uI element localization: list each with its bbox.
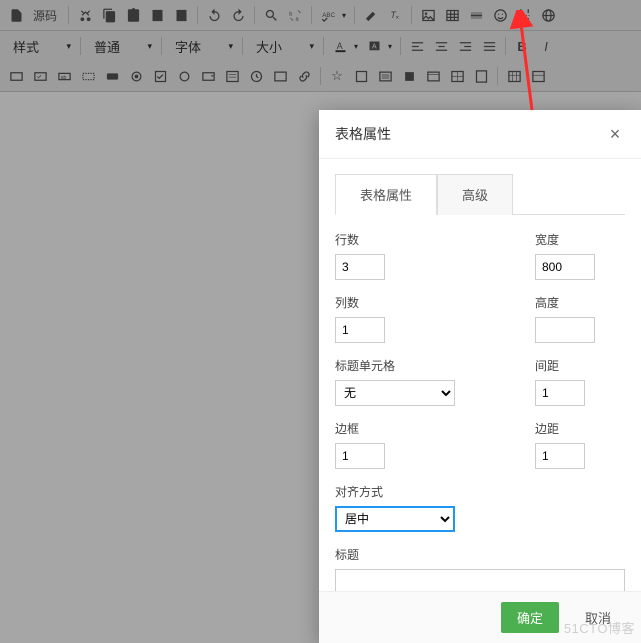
height-label: 高度 [535,294,625,311]
border-label: 边框 [335,420,505,437]
rows-label: 行数 [335,231,505,248]
rows-input[interactable] [335,254,385,280]
caption-input[interactable] [335,569,625,591]
cancel-button[interactable]: 取消 [569,602,627,633]
header-cell-select[interactable]: 无 [335,380,455,406]
height-input[interactable] [535,317,595,343]
cols-input[interactable] [335,317,385,343]
cell-spacing-label: 间距 [535,357,625,374]
width-input[interactable] [535,254,595,280]
tab-properties[interactable]: 表格属性 [335,174,437,215]
dialog-footer: 确定 取消 [319,591,641,643]
dialog-body: 行数 宽度 列数 高度 标题单元格 无 [319,215,641,591]
width-label: 宽度 [535,231,625,248]
cols-label: 列数 [335,294,505,311]
align-select[interactable]: 居中 [335,506,455,532]
close-button[interactable]: × [605,124,625,144]
cell-padding-input[interactable] [535,443,585,469]
align-label: 对齐方式 [335,483,625,500]
caption-label: 标题 [335,546,625,563]
dialog-title: 表格属性 [335,124,391,144]
dialog-tabs: 表格属性 高级 [319,159,641,214]
ok-button[interactable]: 确定 [501,602,559,633]
dialog-header: 表格属性 × [319,110,641,159]
cell-padding-label: 边距 [535,420,625,437]
cell-spacing-input[interactable] [535,380,585,406]
table-properties-dialog: 表格属性 × 表格属性 高级 行数 宽度 列数 高度 [319,110,641,643]
header-cell-label: 标题单元格 [335,357,505,374]
tab-advanced[interactable]: 高级 [437,174,513,215]
border-input[interactable] [335,443,385,469]
